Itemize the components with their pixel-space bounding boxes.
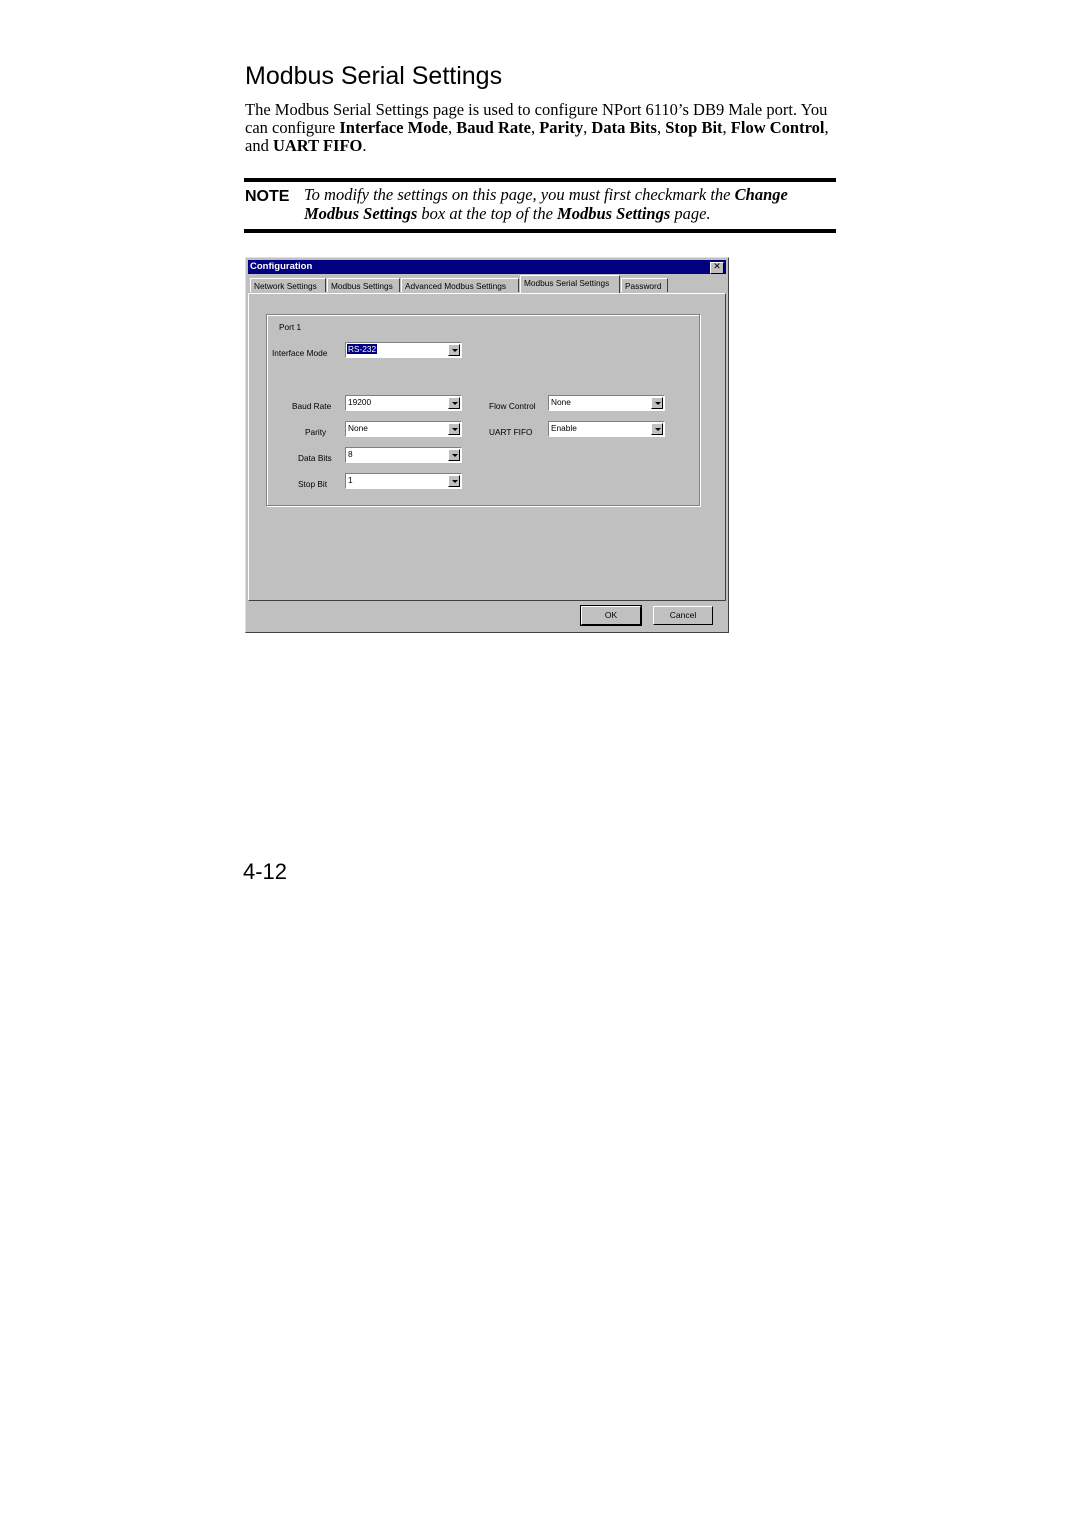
note-text-part: To modify the settings on this page, you… (304, 185, 735, 204)
note-text-part: page. (670, 203, 711, 223)
sep: . (362, 136, 367, 155)
tab-advanced-modbus-settings[interactable]: Advanced Modbus Settings (401, 278, 519, 292)
chevron-down-icon[interactable] (448, 449, 460, 461)
stop-bit-label: Stop Bit (298, 479, 328, 489)
flow-control-label: Flow Control (489, 401, 536, 411)
tab-password[interactable]: Password (621, 278, 668, 292)
chevron-down-icon[interactable] (448, 475, 460, 487)
dialog-title: Configuration (250, 261, 313, 272)
sep: , (530, 118, 540, 137)
flow-control-value: None (551, 397, 571, 407)
note-text-part: box at the top of the (417, 203, 558, 223)
interface-mode-value: RS-232 (347, 344, 378, 354)
note-bottom-rule (244, 229, 836, 233)
baud-rate-select[interactable]: 19200 (345, 395, 462, 411)
port-group: Port 1 Interface Mode RS-232 Baud Rate 1… (266, 314, 700, 506)
uart-fifo-select[interactable]: Enable (548, 421, 665, 437)
term-stop-bit: Stop Bit (665, 118, 723, 137)
ok-button[interactable]: OK (580, 605, 642, 626)
stop-bit-select[interactable]: 1 (345, 473, 462, 489)
baud-rate-value: 19200 (348, 397, 372, 407)
note-term-modbus-settings: Modbus Settings (557, 203, 671, 223)
term-uart-fifo: UART FIFO (272, 136, 363, 155)
intro-paragraph: The Modbus Serial Settings page is used … (245, 101, 837, 155)
data-bits-label: Data Bits (298, 453, 332, 463)
note-top-rule (244, 178, 836, 182)
term-parity: Parity (539, 118, 584, 137)
uart-fifo-label: UART FIFO (489, 427, 533, 437)
chevron-down-icon[interactable] (448, 397, 460, 409)
stop-bit-value: 1 (348, 475, 353, 485)
tab-network-settings[interactable]: Network Settings (250, 278, 326, 292)
data-bits-value: 8 (348, 449, 353, 459)
term-interface-mode: Interface Mode (339, 118, 448, 137)
data-bits-select[interactable]: 8 (345, 447, 462, 463)
term-baud-rate: Baud Rate (456, 118, 531, 137)
uart-fifo-value: Enable (551, 423, 577, 433)
term-data-bits: Data Bits (591, 118, 657, 137)
tab-modbus-serial-settings[interactable]: Modbus Serial Settings (520, 275, 620, 293)
flow-control-select[interactable]: None (548, 395, 665, 411)
chevron-down-icon[interactable] (651, 423, 663, 435)
sep: , (447, 118, 457, 137)
interface-mode-label: Interface Mode (272, 348, 328, 358)
interface-mode-select[interactable]: RS-232 (345, 342, 462, 358)
chevron-down-icon[interactable] (651, 397, 663, 409)
section-heading: Modbus Serial Settings (245, 62, 503, 90)
cancel-button[interactable]: Cancel (653, 606, 713, 625)
dialog-titlebar: Configuration ✕ (248, 260, 726, 274)
group-label-port: Port 1 (279, 322, 302, 332)
note-text: To modify the settings on this page, you… (304, 185, 839, 223)
parity-label: Parity (305, 427, 327, 437)
chevron-down-icon[interactable] (448, 423, 460, 435)
term-flow-control: Flow Control (730, 118, 825, 137)
configuration-dialog: Configuration ✕ Network Settings Modbus … (245, 257, 729, 633)
tab-modbus-settings[interactable]: Modbus Settings (327, 278, 400, 292)
sep: , (722, 118, 731, 137)
note-label: NOTE (245, 188, 290, 205)
tab-panel: Port 1 Interface Mode RS-232 Baud Rate 1… (248, 293, 726, 601)
chevron-down-icon[interactable] (448, 344, 460, 356)
page-number: 4-12 (243, 859, 288, 884)
sep: , (656, 118, 666, 137)
parity-select[interactable]: None (345, 421, 462, 437)
parity-value: None (348, 423, 368, 433)
close-icon[interactable]: ✕ (710, 262, 724, 274)
baud-rate-label: Baud Rate (292, 401, 332, 411)
